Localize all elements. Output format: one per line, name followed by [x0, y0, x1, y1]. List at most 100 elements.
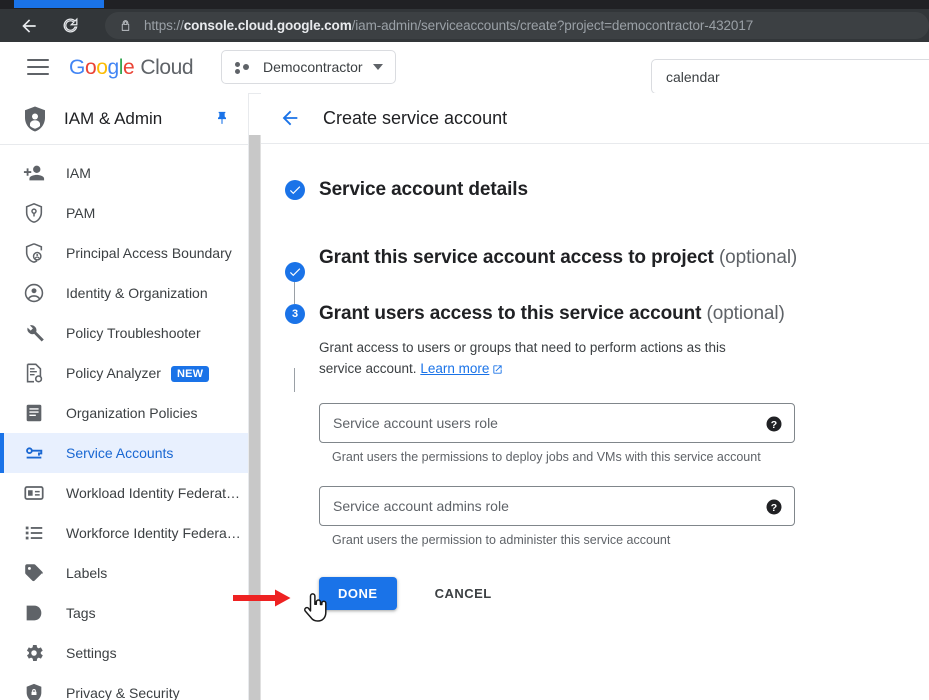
step-grant-project-access[interactable]: Grant this service account access to pro… — [261, 244, 929, 282]
back-arrow-icon — [282, 110, 298, 126]
sidebar-item-identity-organization[interactable]: Identity & Organization — [0, 273, 248, 313]
sidebar-item-settings[interactable]: Settings — [0, 633, 248, 673]
svg-text:?: ? — [771, 419, 777, 431]
cancel-button[interactable]: CANCEL — [425, 577, 502, 610]
step-description: Grant access to users or groups that nee… — [319, 337, 767, 381]
logo-cloud-text: Cloud — [140, 56, 194, 79]
sidebar-item-new-badge: NEW — [170, 365, 210, 382]
person-add-icon — [22, 161, 46, 185]
google-cloud-top-bar: Google Cloud Democontractor — [0, 42, 929, 94]
sidebar-nav-list: IAM PAM Principal Access Boundary Identity … — [0, 145, 248, 700]
project-selector[interactable]: Democontractor — [221, 50, 396, 84]
svg-text:?: ? — [771, 502, 777, 514]
step-title-text: Grant this service account access to pro… — [319, 247, 714, 268]
sidebar-item-principal-access-boundary[interactable]: Principal Access Boundary — [0, 233, 248, 273]
sidebar-item-workforce-identity-federa[interactable]: Workforce Identity Federa… — [0, 513, 248, 553]
sidebar-product-title: IAM & Admin — [64, 108, 163, 128]
tab-strip — [0, 0, 929, 9]
step-title-text: Grant users access to this service accou… — [319, 303, 702, 324]
sidebar-item-policy-analyzer[interactable]: Policy Analyzer NEW — [0, 353, 248, 393]
browser-back-button[interactable] — [12, 9, 45, 42]
sidebar-item-pam[interactable]: PAM — [0, 193, 248, 233]
logo-letter: g — [107, 56, 120, 79]
screenshot-root: https://console.cloud.google.com/iam-adm… — [0, 0, 929, 700]
sidebar-item-workload-identity-federat[interactable]: Workload Identity Federat… — [0, 473, 248, 513]
sidebar-item-label: Workload Identity Federat… — [66, 485, 241, 501]
url-path: /iam-admin/serviceaccounts/create?projec… — [351, 18, 754, 33]
sidebar-item-label: Organization Policies — [66, 405, 198, 421]
external-link-icon — [492, 360, 503, 381]
service-account-users-role-input[interactable] — [320, 415, 794, 431]
search-box[interactable] — [651, 59, 929, 94]
service-account-users-role-field[interactable]: ? — [319, 403, 795, 443]
browser-chrome: https://console.cloud.google.com/iam-adm… — [0, 0, 929, 42]
search-input[interactable] — [652, 68, 929, 85]
sidebar-item-label: Identity & Organization — [66, 285, 208, 301]
logo-letter: o — [96, 56, 108, 79]
step-number-badge: 3 — [285, 304, 305, 324]
sidebar-item-label: Principal Access Boundary — [66, 245, 232, 261]
main-header: Create service account — [261, 93, 929, 144]
service-account-admins-role-input[interactable] — [320, 498, 794, 514]
learn-more-label: Learn more — [420, 361, 490, 376]
sidebar-item-service-accounts[interactable]: Service Accounts — [0, 433, 248, 473]
web-page: Google Cloud Democontractor calendar IAM… — [0, 42, 929, 700]
service-account-admins-role-group: ? Grant users the permission to administ… — [319, 486, 899, 547]
sidebar-item-labels[interactable]: Labels — [0, 553, 248, 593]
pin-icon[interactable] — [214, 110, 230, 127]
sidebar-item-iam[interactable]: IAM — [0, 153, 248, 193]
step-number: 3 — [291, 308, 299, 320]
sidebar: IAM & Admin IAM PAM Principal Access Bound… — [0, 93, 249, 700]
step-optional-label: (optional) — [706, 303, 785, 324]
logo-letter: G — [69, 56, 85, 79]
logo-letter: o — [84, 56, 97, 79]
step-description-text: Grant access to users or groups that nee… — [319, 340, 726, 376]
sidebar-item-tags[interactable]: Tags — [0, 593, 248, 633]
step-service-account-details[interactable]: Service account details — [261, 176, 929, 210]
action-button-row: DONE CANCEL — [319, 577, 899, 610]
google-cloud-logo[interactable]: Google Cloud — [69, 56, 194, 80]
content-scrollbar[interactable] — [249, 135, 260, 700]
service-account-admins-role-hint: Grant users the permission to administer… — [332, 533, 671, 547]
url-scheme: https:// — [144, 18, 184, 33]
sidebar-item-label: Labels — [66, 565, 108, 581]
sidebar-item-label: Privacy & Security — [66, 685, 180, 700]
step-optional-label: (optional) — [718, 247, 798, 268]
sidebar-item-policy-troubleshooter[interactable]: Policy Troubleshooter — [0, 313, 248, 353]
service-account-admins-role-field[interactable]: ? — [319, 486, 795, 526]
step-complete-icon — [285, 180, 305, 200]
page-back-button[interactable] — [278, 106, 302, 130]
wrench-icon — [22, 321, 46, 345]
hamburger-menu-icon[interactable] — [27, 59, 49, 75]
id-card-icon — [22, 481, 46, 505]
shield-lock-icon — [22, 681, 46, 700]
logo-letter: e — [123, 56, 135, 79]
sidebar-item-privacy-security[interactable]: Privacy & Security — [0, 673, 248, 700]
sidebar-item-label: Tags — [66, 605, 96, 621]
service-account-users-role-group: ? Grant users the permissions to deploy … — [319, 403, 899, 464]
document-analyze-icon — [22, 361, 46, 385]
learn-more-link[interactable]: Learn more — [420, 361, 503, 376]
help-icon[interactable]: ? — [765, 498, 783, 516]
sidebar-header: IAM & Admin — [0, 93, 248, 145]
project-name: Democontractor — [263, 59, 363, 75]
gear-icon — [22, 641, 46, 665]
create-service-account-stepper: Service account details Grant this servi… — [261, 144, 929, 610]
sidebar-item-label: Settings — [66, 645, 117, 661]
label-tag-icon — [22, 561, 46, 585]
url-text: https://console.cloud.google.com/iam-adm… — [144, 18, 753, 33]
iam-shield-icon — [20, 104, 50, 134]
shield-pin-icon — [22, 201, 46, 225]
scrollbar-thumb[interactable] — [249, 135, 260, 700]
project-dots-icon — [235, 58, 253, 76]
sidebar-item-organization-policies[interactable]: Organization Policies — [0, 393, 248, 433]
sidebar-item-label: IAM — [66, 165, 91, 181]
help-icon[interactable]: ? — [765, 415, 783, 433]
browser-tab[interactable] — [14, 0, 104, 8]
done-button[interactable]: DONE — [319, 577, 397, 610]
key-card-icon — [22, 441, 46, 465]
address-bar[interactable]: https://console.cloud.google.com/iam-adm… — [105, 12, 929, 39]
browser-reload-button[interactable] — [54, 9, 87, 42]
reload-icon — [61, 16, 80, 35]
step-grant-users-access: 3 Grant users access to this service acc… — [261, 300, 929, 610]
